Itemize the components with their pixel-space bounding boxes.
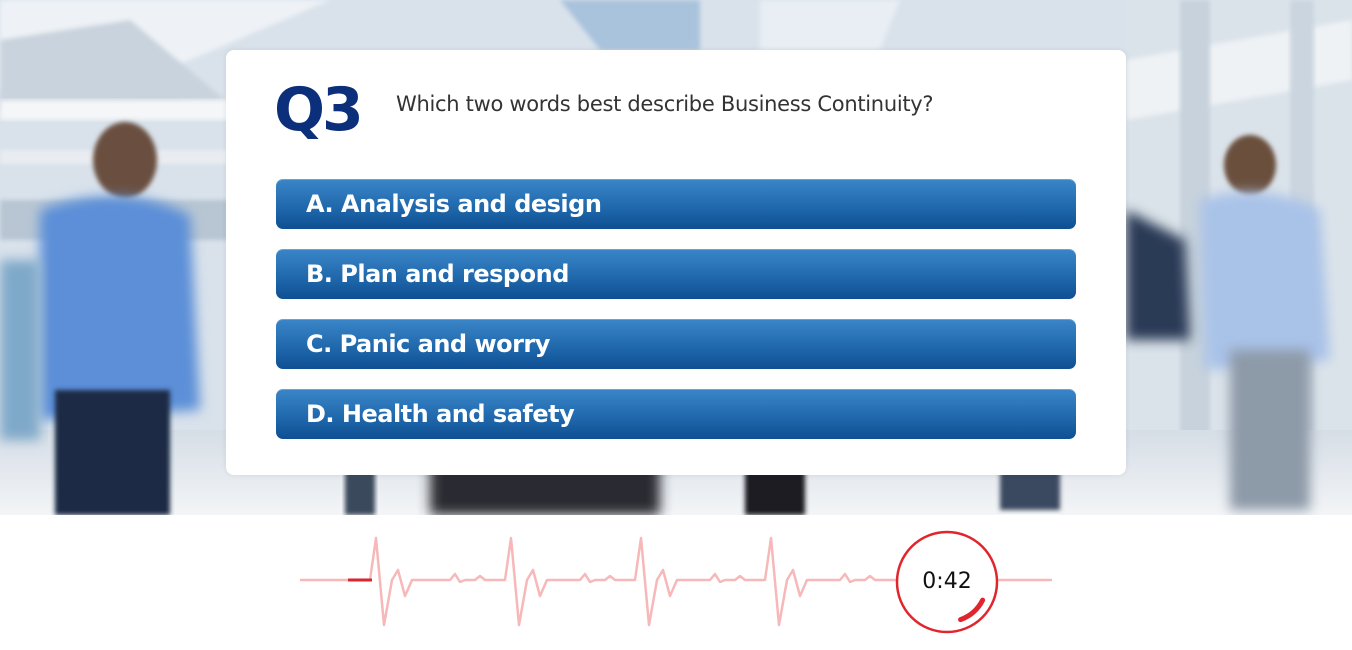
answer-label: C. Panic and worry — [306, 330, 550, 358]
question-text: Which two words best describe Business C… — [396, 92, 934, 116]
question-number: Q3 — [274, 75, 364, 145]
answer-button-d[interactable]: D. Health and safety — [276, 389, 1076, 439]
quiz-screen: Q3 Which two words best describe Busines… — [0, 0, 1352, 650]
answer-button-c[interactable]: C. Panic and worry — [276, 319, 1076, 369]
answer-label: D. Health and safety — [306, 400, 575, 428]
question-card: Q3 Which two words best describe Busines… — [226, 50, 1126, 475]
answer-button-a[interactable]: A. Analysis and design — [276, 179, 1076, 229]
answer-label: B. Plan and respond — [306, 260, 569, 288]
timer-display: 0:42 — [922, 569, 972, 594]
countdown-timer: 0:42 — [895, 530, 999, 634]
answer-label: A. Analysis and design — [306, 190, 602, 218]
answer-button-b[interactable]: B. Plan and respond — [276, 249, 1076, 299]
